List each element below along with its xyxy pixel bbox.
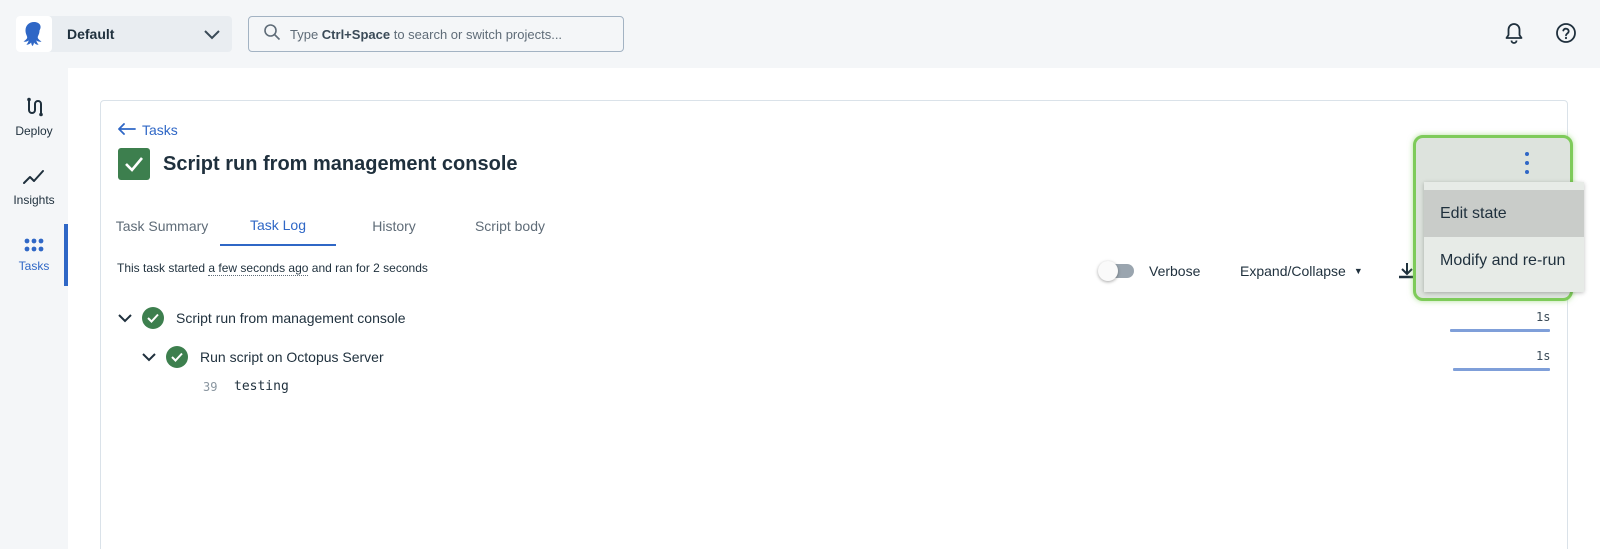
task-started-text: This task started a few seconds ago and … <box>117 261 428 276</box>
duration-label: 1s <box>1536 310 1551 324</box>
help-icon[interactable] <box>1554 21 1578 45</box>
top-bar: Default Type Ctrl+Space to search or swi… <box>0 0 1600 66</box>
verbose-label: Verbose <box>1149 263 1201 279</box>
arrow-left-icon <box>118 122 136 138</box>
nav-item-deploy[interactable]: Deploy <box>0 86 68 148</box>
nav-item-label: Tasks <box>18 258 50 273</box>
success-status-icon <box>118 148 150 180</box>
success-check-icon <box>142 307 164 329</box>
nav-item-insights[interactable]: Insights <box>0 156 68 218</box>
duration-label: 1s <box>1536 349 1551 363</box>
log-entry-label: Script run from management console <box>176 310 406 326</box>
log-line-text: testing <box>234 379 289 394</box>
expand-collapse-button[interactable]: Expand/Collapse ▼ <box>1240 263 1363 279</box>
tasks-icon <box>24 238 44 255</box>
nav-item-label: Deploy <box>15 123 53 138</box>
menu-item-edit-state[interactable]: Edit state <box>1424 190 1584 237</box>
toggle-switch[interactable] <box>1098 261 1134 281</box>
caret-down-icon: ▼ <box>1353 266 1363 276</box>
page-title: Script run from management console <box>163 152 518 175</box>
bell-icon[interactable] <box>1502 21 1526 45</box>
octopus-logo-icon <box>16 16 52 52</box>
success-check-icon <box>166 346 188 368</box>
page-header: Script run from management console <box>118 148 518 180</box>
tab-script-body[interactable]: Script body <box>452 206 568 246</box>
breadcrumb-label: Tasks <box>142 122 178 138</box>
tab-task-summary[interactable]: Task Summary <box>104 206 220 246</box>
nav-rail: Deploy Insights Tasks <box>0 66 68 549</box>
search-icon <box>263 23 281 46</box>
breadcrumb-tasks[interactable]: Tasks <box>118 122 178 138</box>
insights-icon <box>22 168 46 189</box>
menu-item-modify-and-rerun[interactable]: Modify and re-run <box>1424 237 1584 284</box>
relative-time: a few seconds ago <box>208 261 309 276</box>
space-switcher[interactable]: Default <box>16 16 232 52</box>
overflow-menu: Edit state Modify and re-run <box>1424 182 1584 292</box>
verbose-toggle[interactable]: Verbose <box>1098 261 1201 281</box>
nav-item-tasks[interactable]: Tasks <box>0 224 68 286</box>
chevron-down-icon <box>202 24 222 49</box>
search-input[interactable]: Type Ctrl+Space to search or switch proj… <box>248 16 624 52</box>
space-name: Default <box>67 26 115 42</box>
tab-task-log[interactable]: Task Log <box>220 206 336 246</box>
log-entry-step[interactable]: Run script on Octopus Server <box>142 346 384 368</box>
chevron-down-icon[interactable] <box>142 352 156 362</box>
task-tabs: Task Summary Task Log History Script bod… <box>104 206 568 246</box>
more-vertical-icon[interactable] <box>1520 152 1534 174</box>
search-placeholder: Type Ctrl+Space to search or switch proj… <box>290 26 563 42</box>
nav-item-label: Insights <box>13 192 55 207</box>
log-entry-task[interactable]: Script run from management console <box>118 307 406 329</box>
duration-bar <box>1453 368 1550 371</box>
expand-collapse-label: Expand/Collapse <box>1240 263 1346 279</box>
duration-bar <box>1450 329 1550 332</box>
log-line-number: 39 <box>203 380 218 394</box>
log-entry-label: Run script on Octopus Server <box>200 349 384 365</box>
chevron-down-icon[interactable] <box>118 313 132 323</box>
deploy-icon <box>25 97 43 120</box>
tab-history[interactable]: History <box>336 206 452 246</box>
